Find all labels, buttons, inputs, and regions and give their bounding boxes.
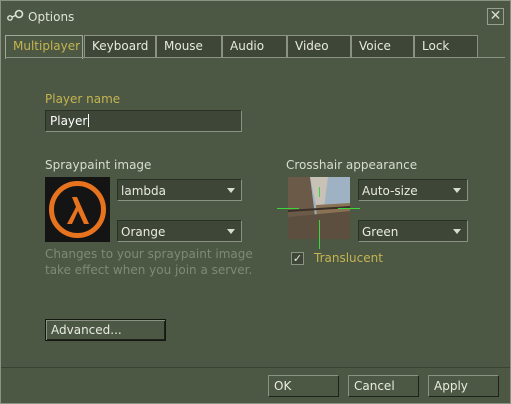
tab-keyboard[interactable]: Keyboard: [84, 35, 156, 57]
translucent-label[interactable]: Translucent: [314, 251, 383, 265]
tab-bar: Multiplayer Keyboard Mouse Audio Video V…: [5, 35, 505, 59]
tab-audio[interactable]: Audio: [222, 35, 287, 57]
tab-multiplayer[interactable]: Multiplayer: [5, 35, 83, 59]
chevron-down-icon: [453, 229, 461, 234]
spraypaint-note: Changes to your spraypaint image take ef…: [45, 247, 253, 277]
translucent-checkbox[interactable]: ✓: [291, 252, 304, 265]
steam-icon: [7, 9, 24, 21]
text-caret: [88, 114, 90, 127]
crosshair-line-left: [277, 208, 299, 209]
window-title: Options: [28, 10, 75, 24]
crosshair-line-right: [338, 208, 360, 209]
spraypaint-image-select[interactable]: lambda: [117, 179, 242, 201]
spraypaint-color-select[interactable]: Orange: [117, 220, 242, 242]
crosshair-color-value: Green: [362, 225, 399, 239]
cancel-button[interactable]: Cancel: [348, 375, 419, 397]
close-icon: ✕: [489, 8, 502, 24]
chevron-down-icon: [227, 188, 235, 193]
options-window: Options ✕ Multiplayer Keyboard Mouse Aud…: [0, 0, 511, 404]
chevron-down-icon: [453, 188, 461, 193]
crosshair-label: Crosshair appearance: [286, 158, 418, 172]
crosshair-size-select[interactable]: Auto-size: [358, 179, 468, 201]
spraypaint-image-value: lambda: [121, 184, 166, 198]
close-button[interactable]: ✕: [487, 8, 504, 25]
spraypaint-label: Spraypaint image: [45, 158, 152, 172]
apply-button[interactable]: Apply: [428, 375, 499, 397]
checkmark-icon: ✓: [292, 252, 303, 265]
ok-button[interactable]: OK: [268, 375, 339, 397]
spraypaint-preview: [45, 177, 110, 242]
crosshair-line-bottom: [319, 220, 320, 249]
player-name-value: Player: [50, 114, 88, 128]
tab-video[interactable]: Video: [287, 35, 351, 57]
advanced-button[interactable]: Advanced...: [45, 319, 166, 341]
tab-divider: [5, 57, 505, 58]
chevron-down-icon: [227, 229, 235, 234]
player-name-input[interactable]: Player: [45, 110, 242, 132]
spraypaint-color-value: Orange: [121, 225, 166, 239]
tab-lock[interactable]: Lock: [414, 35, 478, 57]
crosshair-color-select[interactable]: Green: [358, 220, 468, 242]
title-bar[interactable]: Options ✕: [1, 1, 510, 29]
crosshair-line-top: [319, 187, 320, 197]
player-name-label: Player name: [45, 92, 121, 106]
tab-voice[interactable]: Voice: [351, 35, 414, 57]
lambda-logo-icon: [49, 181, 106, 238]
crosshair-size-value: Auto-size: [362, 184, 418, 198]
footer-divider: [1, 367, 510, 368]
tab-mouse[interactable]: Mouse: [156, 35, 222, 57]
